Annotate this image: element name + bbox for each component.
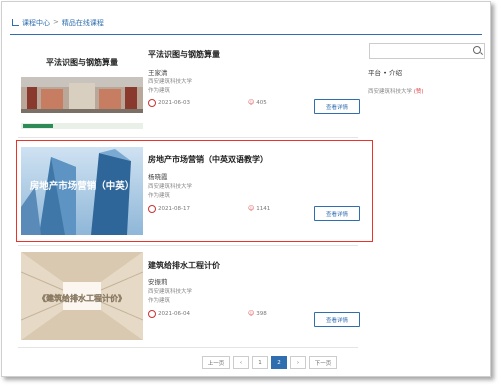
breadcrumb-separator: > [53, 18, 59, 26]
course-date: 2021-06-03 [148, 99, 190, 107]
home-icon[interactable] [12, 19, 19, 26]
sidebar-school: 西安建筑科技大学 [368, 89, 413, 95]
person-icon: ☺ [248, 310, 255, 317]
course-date-text: 2021-08-17 [158, 206, 190, 212]
search-icon[interactable] [473, 46, 481, 54]
person-icon: ☺ [248, 205, 255, 212]
course-views: ☺ 405 [248, 99, 267, 106]
course-views: ☺ 1141 [248, 205, 270, 212]
search-input[interactable] [370, 52, 472, 64]
person-icon: ☺ [248, 99, 255, 106]
sidebar-subtitle: 西安建筑科技大学 (赞) [368, 87, 424, 95]
course-card-1[interactable]: 平法识图与钢筋算量 平法识图与钢筋算量 王家清 西安建筑科技大学 作为建筑 20… [18, 43, 360, 143]
divider [18, 347, 358, 348]
course-category: 作为建筑 [148, 193, 171, 199]
thumb-title: 平法识图与钢筋算量 [46, 57, 118, 67]
clock-icon [148, 310, 156, 318]
pagination-last[interactable]: 下一页 [309, 356, 337, 369]
course-views-text: 1141 [256, 205, 271, 212]
view-details-button[interactable]: 查看详情 [314, 312, 360, 327]
course-teacher: 王家清 [148, 69, 168, 77]
header-divider [10, 34, 482, 35]
page-frame: 课程中心 > 精品在线课程 平法识图与钢筋算量 平法识图与钢筋算量 王家清 西安… [1, 1, 491, 377]
course-thumbnail[interactable]: 《建筑给排水工程计价》 [21, 252, 143, 340]
breadcrumb-home[interactable]: 课程中心 [22, 18, 50, 28]
course-date: 2021-06-04 [148, 310, 190, 318]
divider [18, 137, 358, 138]
breadcrumb: 课程中心 > 精品在线课程 [12, 18, 104, 28]
course-school: 西安建筑科技大学 [148, 289, 193, 295]
course-views-text: 398 [256, 310, 267, 317]
course-date-text: 2021-06-04 [158, 311, 190, 317]
pagination-first[interactable]: 上一页 [202, 356, 230, 369]
course-date-text: 2021-06-03 [158, 100, 190, 106]
course-category: 作为建筑 [148, 298, 171, 304]
course-school: 西安建筑科技大学 [148, 79, 193, 85]
pagination-page-1[interactable]: 1 [252, 356, 268, 369]
course-views-text: 405 [256, 99, 267, 106]
clock-icon [148, 99, 156, 107]
course-views: ☺ 398 [248, 310, 267, 317]
pagination: 上一页 ‹ 1 2 › 下一页 [202, 356, 337, 369]
course-date: 2021-08-17 [148, 205, 190, 213]
view-details-button[interactable]: 查看详情 [314, 99, 360, 114]
pagination-next[interactable]: › [290, 356, 306, 369]
pagination-prev[interactable]: ‹ [233, 356, 249, 369]
pagination-page-2[interactable]: 2 [271, 356, 287, 369]
thumb-title: 《建筑给排水工程计价》 [38, 293, 126, 303]
course-school: 西安建筑科技大学 [148, 184, 193, 190]
thumb-title: 房地产市场营销（中英） [30, 180, 135, 192]
course-teacher: 杨晓霞 [148, 173, 168, 181]
course-thumbnail[interactable]: 房地产市场营销（中英） [21, 147, 143, 235]
sidebar-title: 平台 • 介绍 [368, 69, 402, 77]
sidebar-tag[interactable]: (赞) [414, 89, 424, 95]
course-title[interactable]: 建筑给排水工程计价 [148, 260, 220, 271]
clock-icon [148, 205, 156, 213]
breadcrumb-current: 精品在线课程 [61, 19, 104, 27]
divider [18, 245, 358, 246]
course-card-3[interactable]: 《建筑给排水工程计价》 建筑给排水工程计价 安振莉 西安建筑科技大学 作为建筑 … [18, 252, 360, 352]
view-details-button[interactable]: 查看详情 [314, 206, 360, 221]
course-title[interactable]: 平法识图与钢筋算量 [148, 49, 220, 60]
course-teacher: 安振莉 [148, 278, 168, 286]
course-title[interactable]: 房地产市场营销（中英双语教学） [148, 154, 268, 165]
search-box[interactable] [369, 43, 485, 64]
course-category: 作为建筑 [148, 88, 171, 94]
course-card-2[interactable]: 房地产市场营销（中英） 房地产市场营销（中英双语教学） 杨晓霞 西安建筑科技大学… [18, 147, 360, 247]
course-thumbnail[interactable]: 平法识图与钢筋算量 [21, 43, 143, 131]
